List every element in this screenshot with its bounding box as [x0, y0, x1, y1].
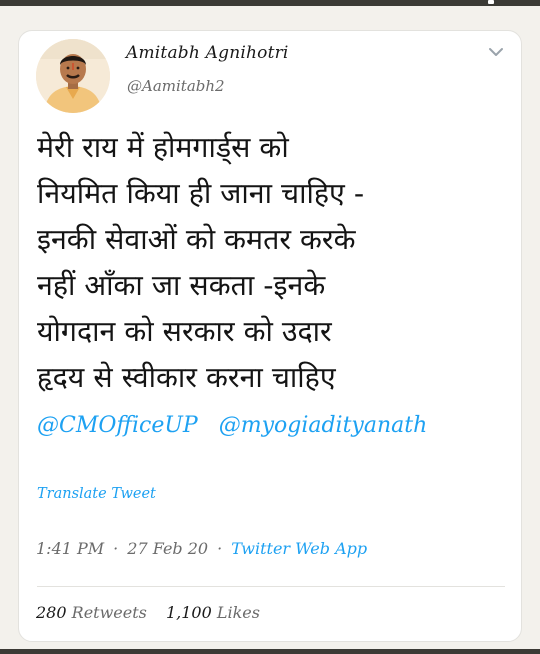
tweet-time[interactable]: 1:41 PM	[36, 539, 104, 558]
retweets-stat[interactable]: 280 Retweets	[36, 603, 147, 622]
retweets-label: Retweets	[71, 603, 147, 622]
tweet-line: नियमित किया ही जाना चाहिए -	[37, 177, 365, 210]
profile-photo-icon	[36, 39, 110, 113]
retweets-count: 280	[36, 603, 67, 622]
likes-count: 1,100	[165, 603, 212, 622]
mention-link-cmofficeup[interactable]: @CMOfficeUP	[37, 413, 198, 438]
mention-link-myogiadityanath[interactable]: @myogiadityanath	[219, 413, 428, 438]
tweet-line: मेरी राय में होमगार्ड्स को	[37, 131, 289, 164]
likes-stat[interactable]: 1,100 Likes	[166, 603, 260, 622]
bottom-bar	[0, 649, 540, 654]
mentions: @CMOfficeUP @myogiadityanath	[37, 413, 427, 438]
avatar[interactable]	[36, 39, 110, 113]
tweet-date[interactable]: 27 Feb 20	[127, 539, 208, 558]
likes-label: Likes	[216, 603, 260, 622]
author-handle[interactable]: @Aamitabh2	[127, 77, 225, 95]
tweet-line: इनकी सेवाओं को कमतर करके	[37, 223, 356, 256]
tweet-line: नहीं आँका जा सकता -इनके	[37, 269, 326, 302]
meta-separator: ·	[113, 539, 119, 558]
author-name[interactable]: Amitabh Agnihotri	[126, 43, 289, 63]
tweet-text: मेरी राय में होमगार्ड्स को नियमित किया ह…	[37, 125, 513, 401]
meta-separator: ·	[217, 539, 223, 558]
tweet-meta: 1:41 PM · 27 Feb 20 · Twitter Web App	[36, 539, 367, 558]
translate-tweet-link[interactable]: Translate Tweet	[37, 486, 156, 502]
divider	[37, 586, 505, 587]
chevron-down-icon[interactable]	[487, 45, 505, 59]
status-indicator	[488, 0, 494, 4]
tweet-card: Amitabh Agnihotri @Aamitabh2 मेरी राय मे…	[18, 30, 522, 642]
tweet-line: योगदान को सरकार को उदार	[37, 315, 332, 348]
tweet-stats: 280 Retweets 1,100 Likes	[36, 603, 260, 622]
tweet-source-link[interactable]: Twitter Web App	[231, 539, 367, 558]
tweet-line: हृदय से स्वीकार करना चाहिए	[37, 361, 336, 394]
top-status-bar	[0, 0, 540, 6]
